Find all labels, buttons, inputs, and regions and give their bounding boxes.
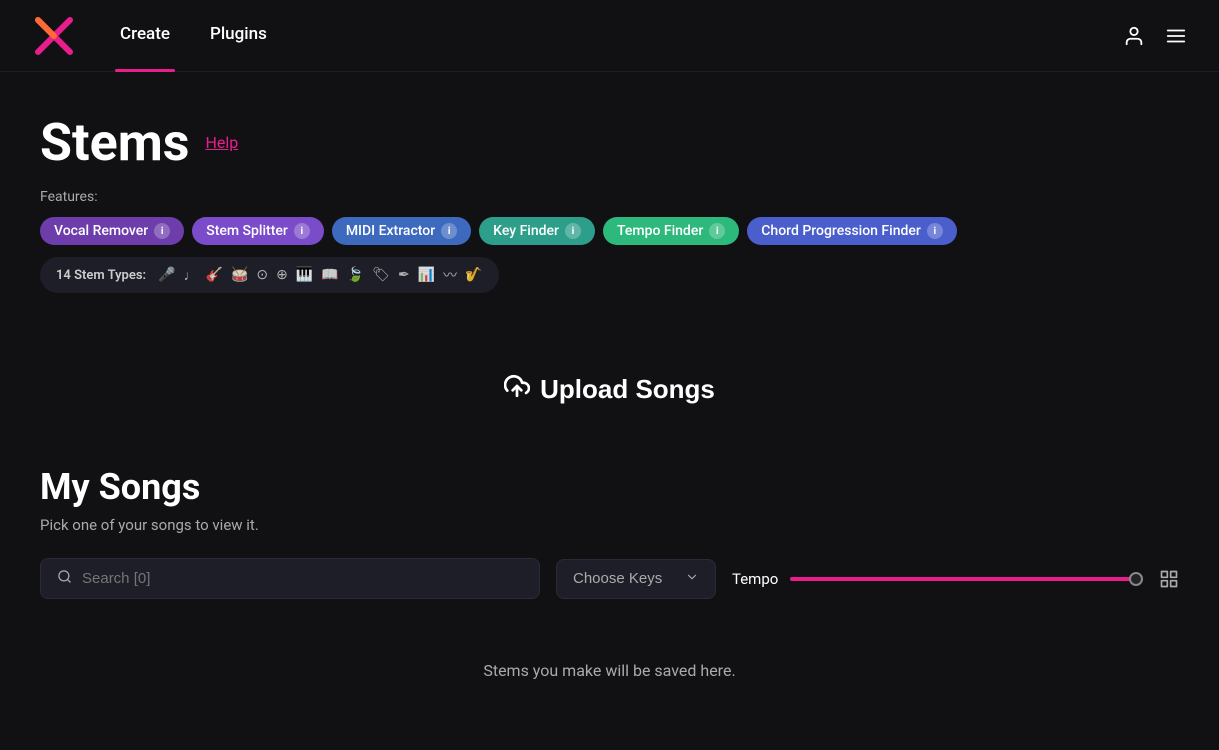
user-icon-button[interactable] (1123, 25, 1145, 47)
stem-icon-tag: 🏷 (372, 267, 390, 283)
badge-label: Key Finder (493, 223, 559, 239)
info-icon[interactable]: i (154, 223, 170, 239)
upload-songs-button[interactable]: Upload Songs (504, 373, 715, 406)
grid-toggle-button[interactable] (1159, 569, 1179, 589)
badge-label: Tempo Finder (617, 223, 703, 239)
stem-icon-piano: 🎹 (296, 267, 313, 283)
title-row: Stems Help (40, 112, 1179, 173)
info-icon[interactable]: i (294, 223, 310, 239)
tempo-slider[interactable] (790, 577, 1143, 581)
stem-icon-mic: 🎤 (158, 267, 175, 283)
badge-stem-splitter[interactable]: Stem Splitter i (192, 217, 324, 245)
badge-key-finder[interactable]: Key Finder i (479, 217, 595, 245)
stem-types-label: 14 Stem Types: (56, 268, 146, 283)
badge-tempo-finder[interactable]: Tempo Finder i (603, 217, 739, 245)
menu-icon-button[interactable] (1165, 25, 1187, 47)
badge-label: Vocal Remover (54, 223, 148, 239)
search-input[interactable] (82, 570, 523, 587)
stem-icon-guitar: 🎸 (206, 267, 223, 283)
empty-state: Stems you make will be saved here. (40, 631, 1179, 710)
stem-icon-wave: 〰 (443, 265, 457, 285)
logo[interactable] (32, 14, 76, 58)
empty-state-text: Stems you make will be saved here. (483, 661, 735, 680)
badge-chord-progression-finder[interactable]: Chord Progression Finder i (747, 217, 957, 245)
main-content: Stems Help Features: Vocal Remover i Ste… (0, 72, 1219, 710)
songs-controls: Choose Keys Tempo (40, 558, 1179, 599)
stem-icon-leaf: 🍃 (347, 267, 364, 283)
info-icon[interactable]: i (709, 223, 725, 239)
search-icon (57, 569, 72, 588)
info-icon[interactable]: i (565, 223, 581, 239)
features-row: Vocal Remover i Stem Splitter i MIDI Ext… (40, 217, 1179, 245)
badge-label: Chord Progression Finder (761, 223, 921, 239)
navbar: Create Plugins (0, 0, 1219, 72)
tempo-label: Tempo (732, 570, 778, 588)
my-songs-title: My Songs (40, 466, 1179, 508)
stem-icon-circle: ⊙ (256, 267, 268, 283)
stem-icon-book: 📖 (321, 267, 338, 283)
upload-icon (504, 373, 530, 406)
stem-icon-note: ♩ (184, 267, 198, 284)
badge-label: Stem Splitter (206, 223, 288, 239)
my-songs-section: My Songs Pick one of your songs to view … (40, 466, 1179, 710)
choose-keys-button[interactable]: Choose Keys (556, 559, 716, 599)
stem-icon-pen: ✒ (398, 267, 410, 283)
info-icon[interactable]: i (441, 223, 457, 239)
features-label: Features: (40, 189, 1179, 205)
choose-keys-label: Choose Keys (573, 570, 662, 587)
stem-icon-drums: 🥁 (231, 267, 248, 283)
nav-right (1123, 25, 1187, 47)
info-icon[interactable]: i (927, 223, 943, 239)
upload-section: Upload Songs (40, 333, 1179, 466)
nav-links: Create Plugins (100, 24, 1123, 48)
help-link[interactable]: Help (205, 133, 238, 152)
upload-songs-label: Upload Songs (540, 374, 715, 405)
tempo-control: Tempo (732, 570, 1143, 588)
stem-icon-vibes: 🎷 (465, 267, 482, 283)
search-box (40, 558, 540, 599)
nav-create[interactable]: Create (100, 24, 190, 48)
stem-types-row: 14 Stem Types: 🎤 ♩ 🎸 🥁 ⊙ ⊕ 🎹 📖 🍃 🏷 ✒ 📊 〰… (40, 257, 499, 293)
chevron-down-icon (685, 570, 699, 588)
my-songs-subtitle: Pick one of your songs to view it. (40, 516, 1179, 534)
badge-midi-extractor[interactable]: MIDI Extractor i (332, 217, 471, 245)
page-title: Stems (40, 112, 189, 173)
stem-icon-bars: 📊 (418, 267, 435, 283)
badge-vocal-remover[interactable]: Vocal Remover i (40, 217, 184, 245)
nav-plugins[interactable]: Plugins (190, 24, 287, 48)
stem-icon-ring: ⊕ (276, 267, 288, 283)
badge-label: MIDI Extractor (346, 223, 435, 239)
